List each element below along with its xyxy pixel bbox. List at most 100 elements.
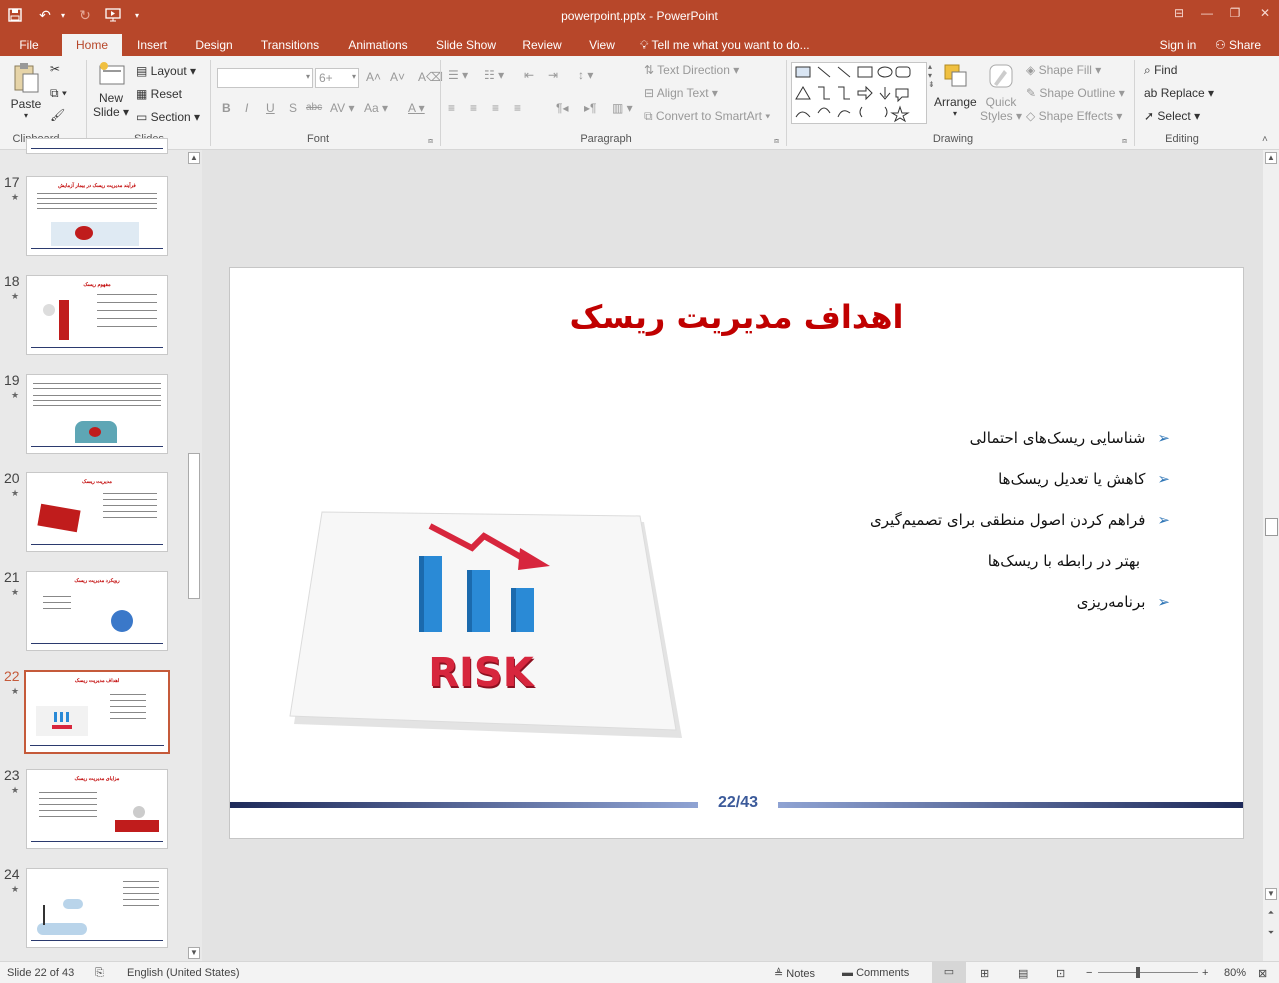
next-slide-icon[interactable]: ⏷ (1265, 928, 1277, 938)
collapse-ribbon-icon[interactable]: ˄ (1262, 134, 1268, 145)
increase-indent-icon[interactable]: ⇥ (548, 68, 558, 82)
section-button[interactable]: ▭ Section ▾ (136, 110, 200, 124)
slide-thumbnail[interactable]: رویکرد مدیریت ریسک (26, 571, 168, 651)
scroll-thumb[interactable] (1265, 518, 1278, 536)
paragraph-launcher-icon[interactable]: ⧈ (774, 136, 779, 146)
new-slide-button[interactable]: New Slide ▾ (92, 60, 130, 119)
ribbon-display-options-icon[interactable]: ⊟ (1164, 2, 1194, 24)
zoom-in-icon[interactable]: + (1202, 967, 1208, 979)
scroll-down-icon[interactable]: ▼ (1265, 888, 1277, 900)
slide-thumbnail[interactable]: فرآیند مدیریت ریسک در بیمار آزمایش (26, 176, 168, 256)
italic-button[interactable]: I (245, 101, 248, 115)
align-center-icon[interactable]: ≡ (470, 101, 477, 115)
slide-thumbnail[interactable]: مدیریت ریسک (26, 472, 168, 552)
scroll-thumb[interactable] (188, 453, 200, 599)
restore-button[interactable]: ❐ (1220, 2, 1250, 24)
cut-icon[interactable]: ✂ (50, 62, 60, 76)
tab-insert[interactable]: Insert (130, 34, 174, 56)
font-name-combobox[interactable]: ▾ (217, 68, 313, 88)
font-size-combobox[interactable]: 6+ ▾ (315, 68, 359, 88)
zoom-out-icon[interactable]: − (1086, 967, 1092, 979)
slide-thumbnail[interactable] (26, 868, 168, 948)
slide-thumbnail[interactable] (26, 374, 168, 454)
copy-icon[interactable]: ⧉ ▾ (50, 86, 67, 101)
scroll-up-icon[interactable]: ▲ (188, 152, 200, 164)
ltr-icon[interactable]: ▸¶ (584, 101, 596, 115)
shape-fill-button[interactable]: ◈ Shape Fill ▾ (1026, 63, 1101, 77)
decrease-indent-icon[interactable]: ⇤ (524, 68, 534, 82)
scroll-up-icon[interactable]: ▲ (1265, 152, 1277, 164)
zoom-slider-thumb[interactable] (1136, 967, 1140, 978)
justify-icon[interactable]: ≡ (514, 101, 521, 115)
character-spacing-button[interactable]: AV ▾ (330, 101, 354, 115)
text-direction-button[interactable]: ⇅ Text Direction ▾ (644, 63, 739, 77)
align-right-icon[interactable]: ≡ (492, 101, 499, 115)
arrange-button[interactable]: Arrange ▾ (934, 62, 977, 118)
share-button[interactable]: ⚇ Share (1208, 34, 1268, 56)
close-button[interactable]: ✕ (1250, 2, 1279, 24)
bold-button[interactable]: B (222, 101, 231, 115)
shape-effects-button[interactable]: ◇ Shape Effects ▾ (1026, 109, 1122, 123)
font-launcher-icon[interactable]: ⧈ (428, 136, 433, 146)
tell-me-box[interactable]: 💡︎ Tell me what you want to do... (640, 34, 830, 56)
slide-sorter-icon[interactable]: ⊞ (980, 967, 989, 980)
paste-button[interactable]: Paste ▾ (8, 62, 44, 120)
tab-view[interactable]: View (582, 34, 622, 56)
slide-thumbnail[interactable]: مزایای مدیریت ریسک (26, 769, 168, 849)
comments-button[interactable]: ▬ Comments (842, 967, 909, 979)
scroll-down-icon[interactable]: ▼ (188, 947, 200, 959)
increase-font-icon[interactable]: A˄ (366, 70, 381, 84)
rtl-icon[interactable]: ¶◂ (556, 101, 568, 115)
reading-view-icon[interactable]: ▤ (1018, 967, 1028, 980)
convert-smartart-button[interactable]: ⧉ Convert to SmartArt ▾ (644, 109, 770, 124)
language-indicator[interactable]: English (United States) (127, 967, 240, 979)
drawing-launcher-icon[interactable]: ⧈ (1122, 136, 1127, 146)
zoom-level[interactable]: 80% (1224, 967, 1246, 979)
reset-button[interactable]: ▦ Reset (136, 87, 182, 101)
spell-check-icon[interactable]: ⎘ (95, 967, 104, 980)
slide-scrollbar[interactable]: ▲ ▼ ⏶ ⏷ (1263, 150, 1279, 961)
slide-thumbnail[interactable] (26, 138, 168, 154)
shadow-button[interactable]: S (289, 101, 297, 115)
tab-design[interactable]: Design (190, 34, 238, 56)
columns-icon[interactable]: ▥ ▾ (612, 101, 633, 115)
minimize-button[interactable]: — (1192, 2, 1222, 24)
zoom-slider[interactable] (1098, 972, 1198, 973)
font-color-button[interactable]: A ▾ (408, 101, 425, 115)
risk-chart-image[interactable]: RISK (288, 508, 688, 738)
align-text-button[interactable]: ⊟ Align Text ▾ (644, 86, 718, 100)
notes-button[interactable]: ≜ Notes (774, 967, 815, 980)
sign-in-link[interactable]: Sign in (1154, 34, 1202, 56)
decrease-font-icon[interactable]: A˅ (390, 70, 405, 84)
change-case-button[interactable]: Aa ▾ (364, 101, 388, 115)
format-painter-icon[interactable]: 🖌︎ (50, 108, 65, 122)
previous-slide-icon[interactable]: ⏶ (1265, 908, 1277, 918)
fit-to-window-icon[interactable]: ⊠ (1258, 967, 1267, 980)
underline-button[interactable]: U (266, 101, 275, 115)
slide-canvas[interactable]: اهداف مدیریت ریسک ➢شناسایی ریسک‌های احتم… (229, 267, 1244, 839)
replace-button[interactable]: ab Replace ▾ (1144, 86, 1214, 100)
bullet-list[interactable]: ➢شناسایی ریسک‌های احتمالی ➢کاهش یا تعدیل… (790, 418, 1170, 623)
tab-slide-show[interactable]: Slide Show (430, 34, 502, 56)
find-button[interactable]: ⌕ Find (1144, 63, 1177, 78)
slide-thumbnail-selected[interactable]: اهداف مدیریت ریسک (24, 670, 170, 754)
line-spacing-icon[interactable]: ↕ ▾ (578, 68, 593, 82)
shape-outline-button[interactable]: ✎ Shape Outline ▾ (1026, 86, 1125, 100)
thumbnail-scrollbar[interactable]: ▲ ▼ (186, 150, 202, 961)
numbering-icon[interactable]: ☷ ▾ (484, 68, 504, 82)
tab-home[interactable]: Home (62, 34, 122, 56)
tab-file[interactable]: File (8, 34, 50, 56)
layout-button[interactable]: ▤ Layout ▾ (136, 64, 196, 78)
strikethrough-button[interactable]: abc (306, 102, 322, 113)
quick-styles-button[interactable]: Quick Styles ▾ (980, 62, 1022, 123)
slide-title[interactable]: اهداف مدیریت ریسک (230, 298, 1243, 336)
select-button[interactable]: ➚ Select ▾ (1144, 109, 1200, 123)
align-left-icon[interactable]: ≡ (448, 101, 455, 115)
shapes-gallery[interactable] (791, 62, 927, 124)
tab-transitions[interactable]: Transitions (254, 34, 326, 56)
slide-thumbnail[interactable]: مفهوم ریسک (26, 275, 168, 355)
normal-view-icon[interactable]: ▭ (932, 962, 966, 983)
tab-animations[interactable]: Animations (340, 34, 416, 56)
tab-review[interactable]: Review (516, 34, 568, 56)
bullets-icon[interactable]: ☰ ▾ (448, 68, 468, 82)
